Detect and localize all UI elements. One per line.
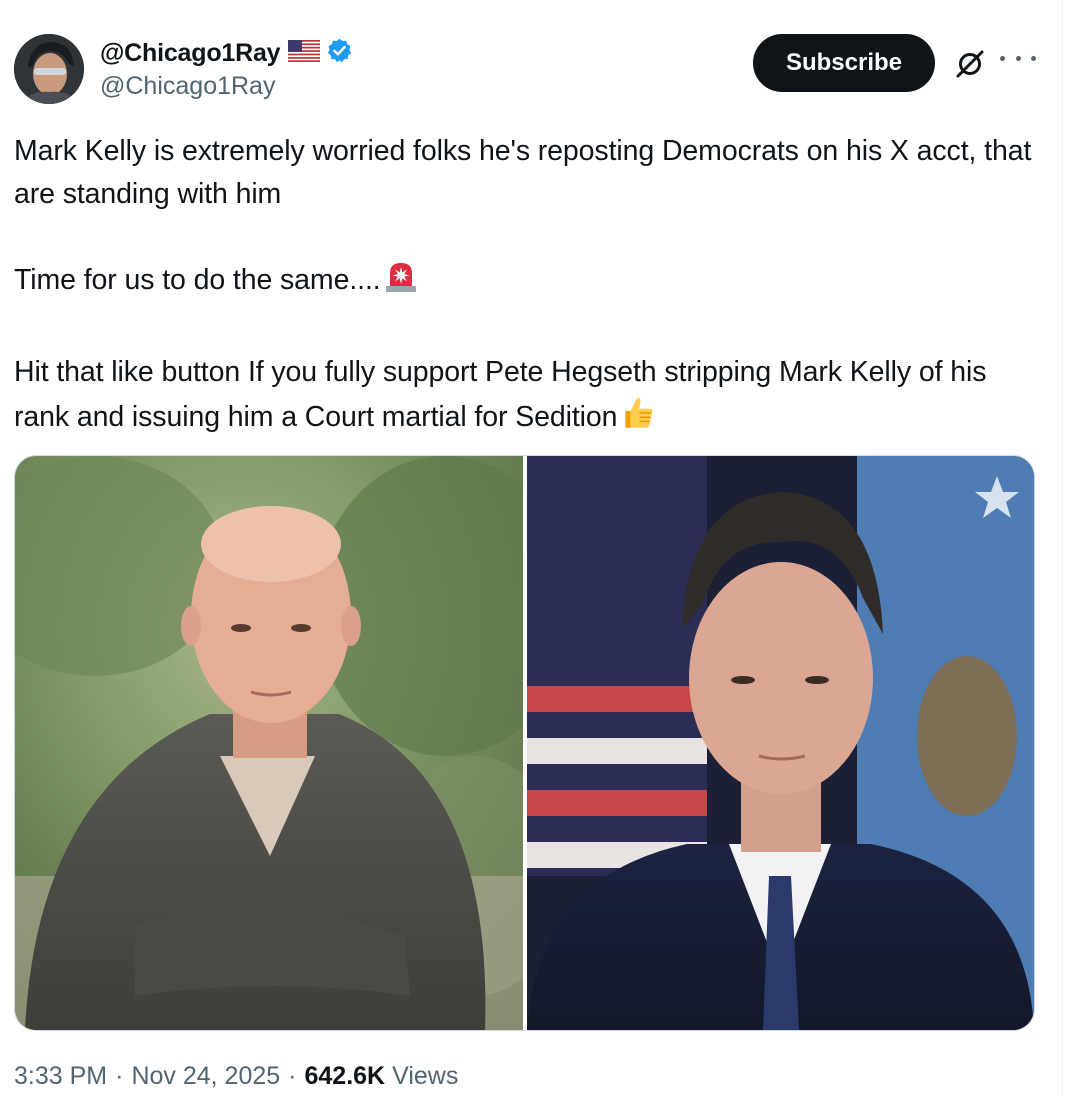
views-count[interactable]: 642.6K (304, 1062, 385, 1091)
author-display-name[interactable]: @Chicago1Ray (100, 39, 281, 68)
photo-pete-hegseth[interactable] (527, 456, 1034, 1030)
subscribe-button[interactable]: Subscribe (753, 34, 935, 92)
photo-mark-kelly[interactable] (15, 456, 523, 1030)
tweet-paragraph-text: Time for us to do the same.... (14, 264, 381, 296)
meta-separator: · (288, 1062, 297, 1090)
rotating-light-emoji (383, 259, 419, 308)
tweet-meta: 3:33 PM · Nov 24, 2025 · 642.6K Views (14, 1062, 458, 1091)
tweet-paragraph: Time for us to do the same.... (14, 259, 1044, 308)
tweet-date[interactable]: Nov 24, 2025 (131, 1062, 280, 1091)
column-border (1062, 0, 1063, 1096)
grok-icon[interactable] (954, 48, 986, 80)
tweet-paragraph: Hit that like button If you fully suppor… (14, 351, 1044, 445)
tweet-time[interactable]: 3:33 PM (14, 1062, 107, 1091)
tweet-header: @Chicago1Ray @Chicago1Ray Subscribe (14, 34, 1044, 106)
avatar[interactable] (14, 34, 84, 104)
meta-separator: · (115, 1062, 124, 1090)
us-flag-icon (288, 39, 321, 67)
views-label[interactable]: Views (392, 1062, 458, 1091)
verified-badge-icon[interactable] (326, 37, 353, 69)
thumbs-up-emoji (619, 394, 657, 445)
author-handle[interactable]: @Chicago1Ray (100, 72, 353, 101)
tweet-paragraph: Mark Kelly is extremely worried folks he… (14, 135, 1032, 210)
more-icon[interactable] (1000, 46, 1036, 70)
tweet-paragraph-text: Hit that like button If you fully suppor… (14, 356, 987, 433)
tweet-media[interactable] (14, 455, 1035, 1031)
tweet-text: Mark Kelly is extremely worried folks he… (14, 130, 1044, 445)
